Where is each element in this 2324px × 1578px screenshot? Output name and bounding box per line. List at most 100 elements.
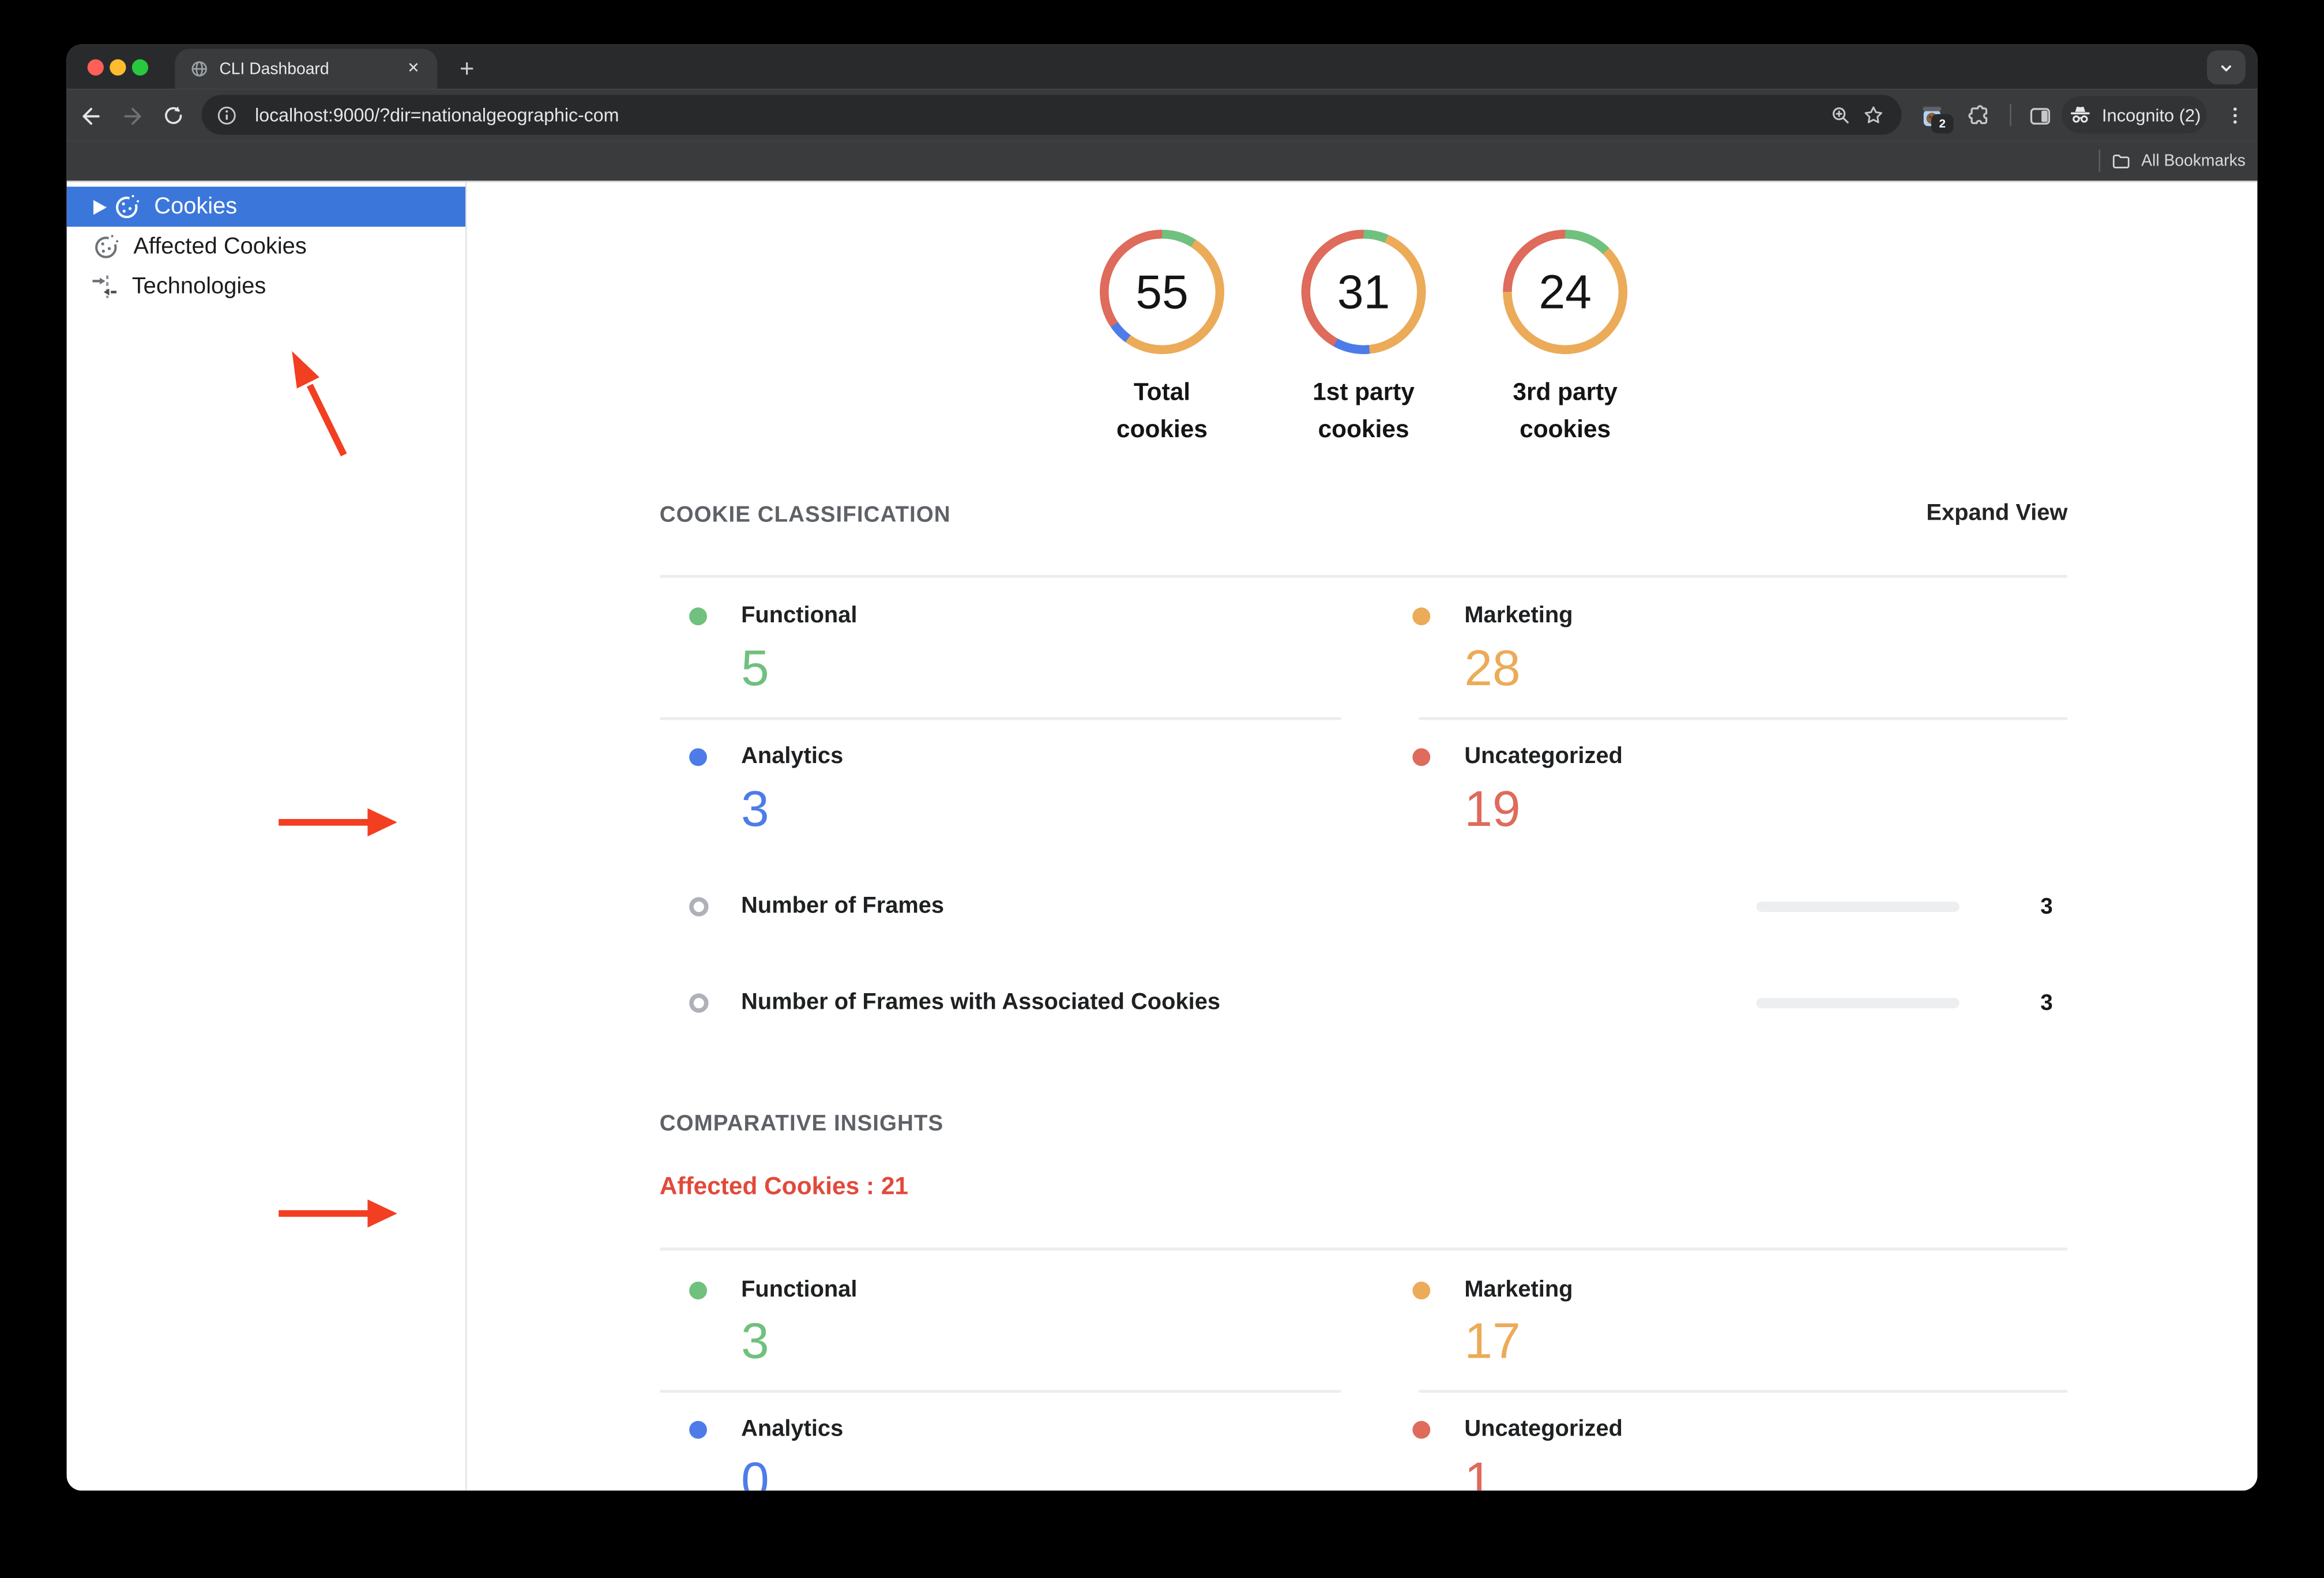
url-text: localhost:9000/?dir=nationalgeographic-c… <box>255 104 619 126</box>
category-label: Functional <box>741 603 858 629</box>
donut-total-cookies: 55 <box>1100 230 1224 354</box>
functional-dot-icon <box>689 1282 707 1300</box>
uncategorized-dot-icon <box>1412 1421 1431 1439</box>
divider <box>659 717 1342 720</box>
extensions-puzzle-icon[interactable] <box>1961 99 1994 132</box>
bookmarks-separator <box>2098 149 2100 172</box>
folder-icon <box>2112 153 2129 168</box>
sidebar-item-cookies[interactable]: Cookies <box>66 186 466 227</box>
category-label: Analytics <box>741 743 844 769</box>
window-close-button[interactable] <box>87 58 103 75</box>
sidebar-item-label: Technologies <box>131 273 266 299</box>
divider <box>659 1248 2068 1251</box>
divider <box>1418 1389 2068 1393</box>
donut-caption: 1st party cookies <box>1313 379 1415 444</box>
content-area: Cookies Affected Cookies Technologies 55… <box>66 181 2258 1491</box>
all-bookmarks-button[interactable]: All Bookmarks <box>2141 152 2246 170</box>
tab-close-icon[interactable]: ✕ <box>402 57 426 81</box>
category-label: Uncategorized <box>1464 1416 1623 1442</box>
analytics-dot-icon <box>689 748 707 767</box>
functional-dot-icon <box>689 607 707 626</box>
cookie-icon <box>116 194 140 219</box>
divider <box>659 1389 1342 1393</box>
donut-value: 55 <box>1135 264 1189 318</box>
metric-label: Number of Frames with Associated Cookies <box>741 990 1221 1015</box>
category-value: 28 <box>1464 641 1521 697</box>
incognito-badge[interactable]: Incognito (2) <box>2062 96 2208 134</box>
address-bar[interactable]: localhost:9000/?dir=nationalgeographic-c… <box>201 95 1902 135</box>
ring-icon <box>689 993 709 1013</box>
reload-icon <box>165 106 182 125</box>
tab-strip: CLI Dashboard ✕ + <box>66 44 2258 89</box>
category-value: 19 <box>1464 782 1521 838</box>
uncategorized-dot-icon <box>1412 748 1431 767</box>
metric-value: 3 <box>2040 894 2053 920</box>
sidebar-item-affected-cookies[interactable]: Affected Cookies <box>67 227 465 266</box>
metric-value: 3 <box>2040 990 2053 1016</box>
category-label: Marketing <box>1464 1277 1573 1303</box>
sidebar-item-technologies[interactable]: Technologies <box>67 266 465 306</box>
section-title-comparative-insights: COMPARATIVE INSIGHTS <box>659 1111 944 1137</box>
sidebar-item-label: Cookies <box>154 193 238 219</box>
ring-icon <box>689 897 709 916</box>
bookmark-star-icon[interactable] <box>1857 99 1890 132</box>
category-label: Analytics <box>741 1416 844 1442</box>
chevron-down-icon <box>2221 65 2231 71</box>
technologies-icon <box>92 275 116 298</box>
browser-toolbar: localhost:9000/?dir=nationalgeographic-c… <box>66 89 2258 141</box>
affected-cookies-count: Affected Cookies : 21 <box>659 1173 909 1200</box>
forward-button[interactable] <box>114 98 150 134</box>
reload-button[interactable] <box>156 98 191 134</box>
back-arrow-icon <box>82 107 99 125</box>
donut-third-party-cookies: 24 <box>1503 230 1628 354</box>
donut-caption: Total cookies <box>1116 379 1208 444</box>
category-value: 0 <box>741 1452 769 1491</box>
browser-menu-kebab-icon[interactable] <box>2219 98 2252 134</box>
category-label: Marketing <box>1464 603 1573 629</box>
sidebar-item-label: Affected Cookies <box>133 233 307 259</box>
screenshot-stage: CLI Dashboard ✕ + localhost:9000/?dir=na… <box>0 0 2324 1578</box>
category-value: 1 <box>1464 1452 1492 1491</box>
marketing-dot-icon <box>1412 1282 1431 1300</box>
site-info-icon[interactable] <box>210 99 243 132</box>
new-tab-button[interactable]: + <box>449 52 485 88</box>
cookie-icon <box>95 234 119 258</box>
incognito-label: Incognito (2) <box>2101 104 2201 126</box>
category-value: 3 <box>741 782 769 838</box>
section-title-cookie-classification: COOKIE CLASSIFICATION <box>659 502 951 528</box>
window-minimize-button[interactable] <box>108 58 126 75</box>
sidebar: Cookies Affected Cookies Technologies <box>66 182 467 1491</box>
browser-window: CLI Dashboard ✕ + localhost:9000/?dir=na… <box>66 44 2258 1491</box>
donut-value: 24 <box>1539 264 1592 318</box>
donut-first-party-cookies: 31 <box>1301 230 1426 354</box>
divider <box>1418 717 2068 720</box>
globe-favicon-icon <box>191 61 207 77</box>
side-panel-icon[interactable] <box>2023 99 2056 132</box>
main-panel: 55 31 24 Total cookies 1st party cookies 3… <box>467 182 2258 1490</box>
metric-progress-bar <box>1756 901 1960 912</box>
back-button[interactable] <box>73 98 108 134</box>
category-value: 17 <box>1464 1313 1521 1370</box>
bookmarks-bar: All Bookmarks <box>66 141 2258 181</box>
marketing-dot-icon <box>1412 607 1431 626</box>
tab-title: CLI Dashboard <box>219 60 329 78</box>
window-zoom-button[interactable] <box>131 58 148 75</box>
category-label: Uncategorized <box>1464 743 1623 769</box>
donut-value: 31 <box>1337 264 1390 318</box>
toolbar-separator <box>2010 103 2011 126</box>
forward-arrow-icon <box>123 107 141 125</box>
expand-triangle-icon[interactable] <box>93 199 107 215</box>
category-value: 5 <box>741 641 769 697</box>
tab-list-chevron-button[interactable] <box>2207 50 2246 85</box>
cookie-jar-extension-icon[interactable]: 2 <box>1915 99 1954 134</box>
category-label: Functional <box>741 1277 858 1303</box>
incognito-icon <box>2071 107 2090 123</box>
category-value: 3 <box>741 1313 769 1370</box>
divider <box>659 574 2068 578</box>
metric-progress-bar <box>1756 998 1960 1009</box>
browser-tab[interactable]: CLI Dashboard ✕ <box>175 48 438 89</box>
expand-view-button[interactable]: Expand View <box>1926 501 2067 527</box>
zoom-icon[interactable] <box>1825 99 1857 132</box>
donut-caption: 3rd party cookies <box>1513 379 1618 444</box>
metric-label: Number of Frames <box>741 893 945 919</box>
